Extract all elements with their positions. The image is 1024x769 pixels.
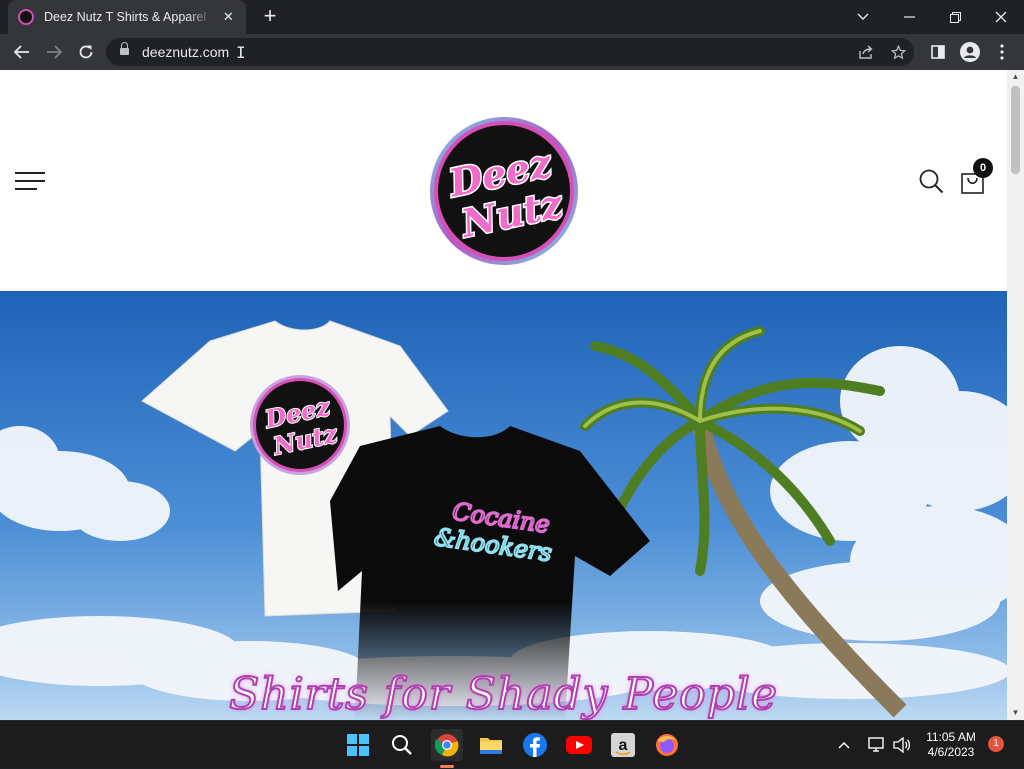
tab-title: Deez Nutz T Shirts & Apparel - O: [44, 10, 213, 24]
firefox-icon[interactable]: [651, 729, 683, 761]
site-favicon-icon: [18, 9, 34, 25]
back-button[interactable]: [8, 38, 36, 66]
bookmark-star-icon[interactable]: [888, 42, 908, 62]
clock-time: 11:05 AM: [926, 730, 976, 744]
chrome-taskbar-icon[interactable]: [431, 729, 463, 761]
page-scrollbar[interactable]: ▲ ▼: [1007, 70, 1024, 720]
volume-icon[interactable]: [893, 721, 911, 769]
show-hidden-icons-chevron-icon[interactable]: [838, 721, 850, 769]
browser-titlebar: Deez Nutz T Shirts & Apparel - O ✕ +: [0, 0, 1024, 34]
search-icon[interactable]: [386, 729, 418, 761]
search-icon[interactable]: [918, 168, 944, 194]
text-cursor-icon: I: [236, 43, 246, 62]
forward-button[interactable]: [40, 38, 68, 66]
windows-start-icon[interactable]: [342, 729, 374, 761]
youtube-icon[interactable]: [563, 729, 595, 761]
facebook-icon[interactable]: [519, 729, 551, 761]
reload-button[interactable]: [72, 38, 100, 66]
tab-close-icon[interactable]: ✕: [221, 9, 236, 25]
hamburger-menu-icon[interactable]: [15, 172, 45, 190]
close-window-button[interactable]: [978, 0, 1024, 34]
profile-avatar-icon[interactable]: [956, 38, 984, 66]
lock-icon[interactable]: [120, 42, 129, 55]
amazon-icon[interactable]: a: [607, 729, 639, 761]
notification-badge[interactable]: 1: [988, 736, 1004, 752]
hero-tagline: Shirts for Shady People: [228, 668, 778, 720]
url-text[interactable]: deeznutz.com: [142, 44, 229, 60]
web-page: Deez Nutz 0 Deez Nutz Cocaine &hookers S…: [0, 70, 1007, 720]
clock-date: 4/6/2023: [927, 745, 975, 759]
system-clock[interactable]: 11:05 AM 4/6/2023: [920, 730, 982, 760]
svg-text:a: a: [619, 737, 628, 754]
scrollbar-thumb[interactable]: [1011, 86, 1020, 174]
side-panel-icon[interactable]: [924, 38, 952, 66]
hero-image: Deez Nutz Cocaine &hookers: [0, 291, 1007, 720]
network-icon[interactable]: [868, 721, 886, 769]
file-explorer-icon[interactable]: [475, 729, 507, 761]
browser-tab[interactable]: Deez Nutz T Shirts & Apparel - O ✕: [8, 0, 246, 34]
restore-button[interactable]: [932, 0, 978, 34]
tab-search-chevron-icon[interactable]: [840, 0, 886, 34]
scroll-up-arrow-icon[interactable]: ▲: [1007, 70, 1024, 84]
new-tab-button[interactable]: +: [258, 5, 282, 29]
scroll-down-arrow-icon[interactable]: ▼: [1007, 706, 1024, 720]
cart-count-badge[interactable]: 0: [973, 158, 993, 178]
share-icon[interactable]: [856, 42, 876, 62]
site-logo[interactable]: Deez Nutz: [429, 116, 579, 266]
browser-menu-kebab-icon[interactable]: [988, 38, 1016, 66]
address-bar[interactable]: deeznutz.com I: [106, 38, 914, 66]
windows-taskbar: a 11:05 AM 4/6/2023: [0, 720, 1024, 768]
browser-toolbar: deeznutz.com I: [0, 34, 1024, 70]
minimize-button[interactable]: [886, 0, 932, 34]
hero-banner[interactable]: Deez Nutz Cocaine &hookers Shirts for Sh…: [0, 291, 1007, 720]
